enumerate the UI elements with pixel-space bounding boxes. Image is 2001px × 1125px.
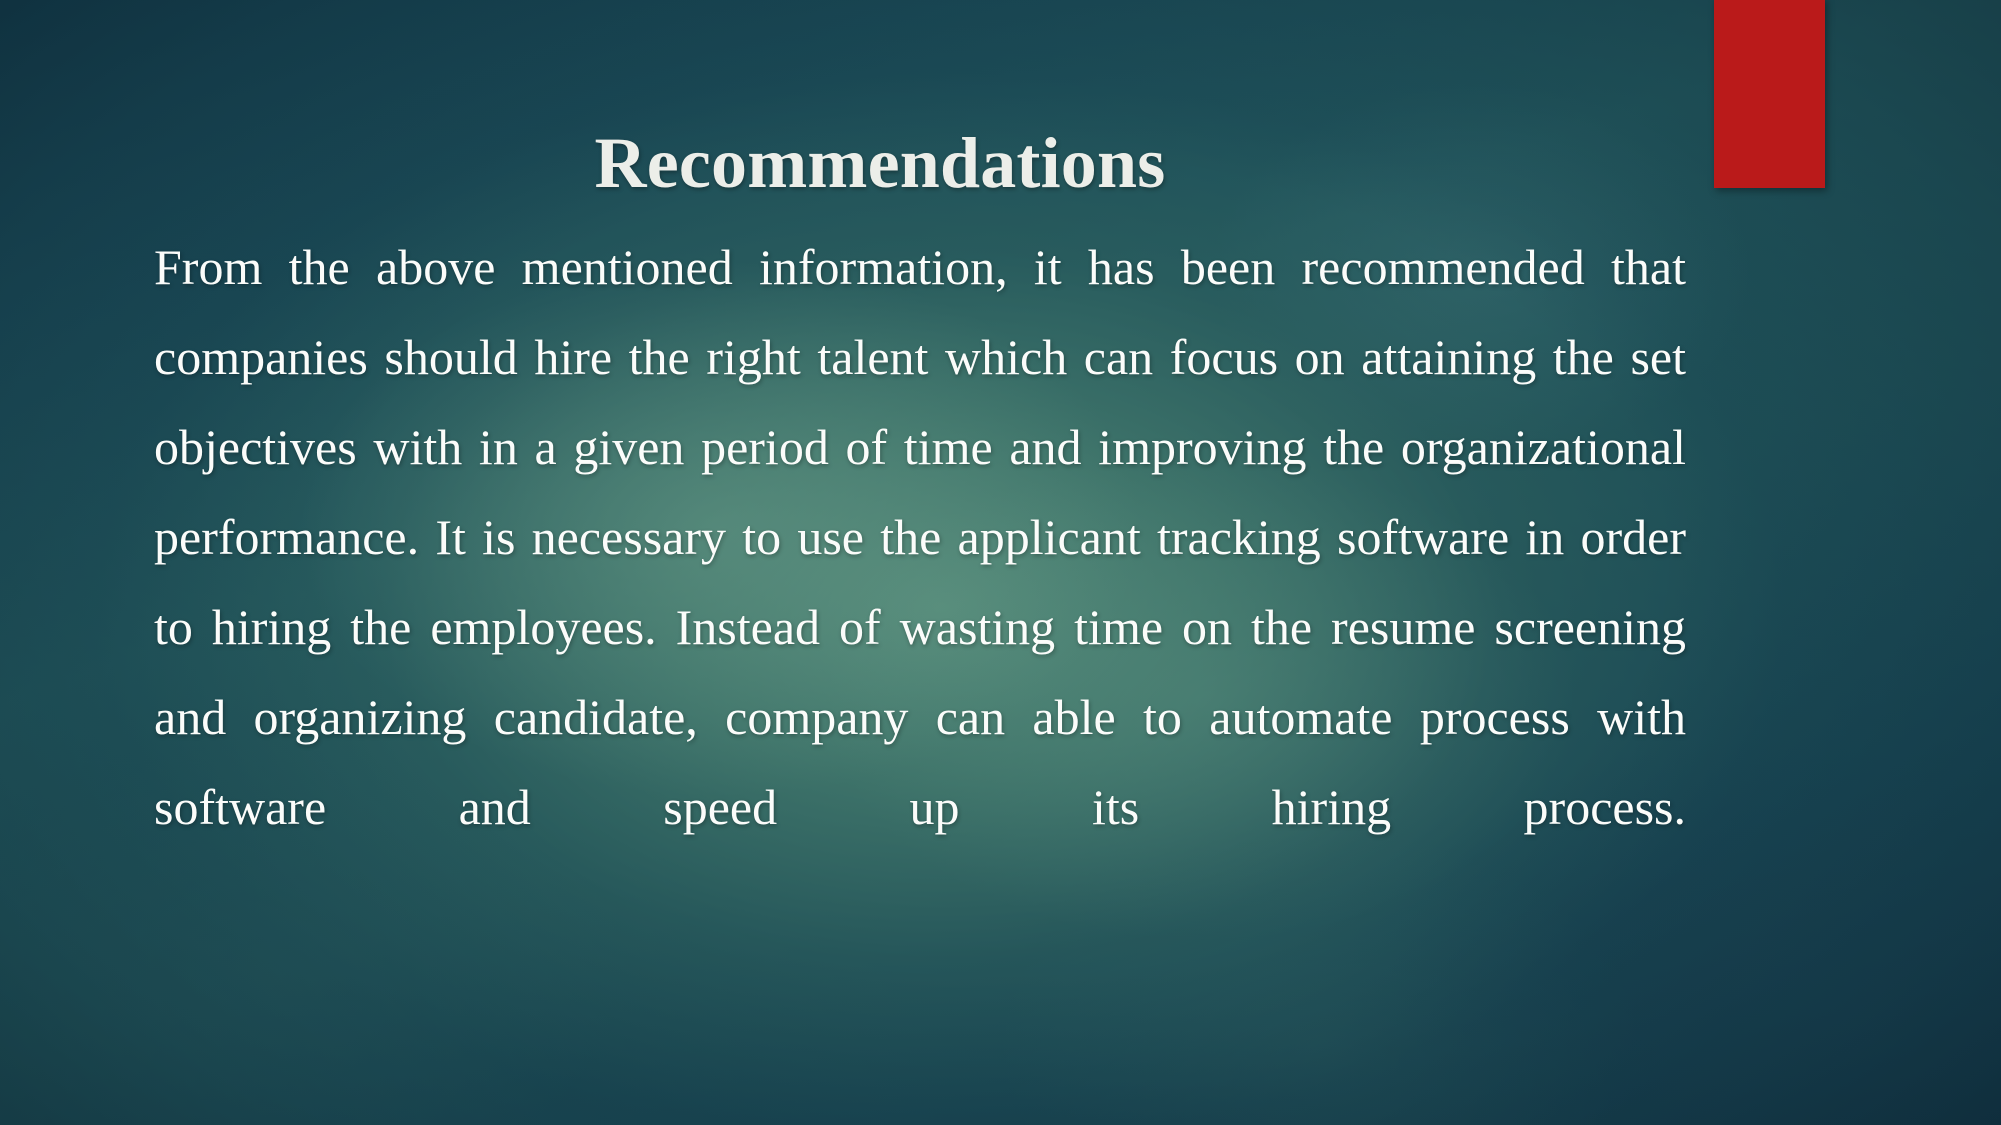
red-accent-block bbox=[1714, 0, 1825, 188]
slide-body-block: From the above mentioned information, it… bbox=[154, 222, 1686, 942]
slide-body-paragraph: From the above mentioned information, it… bbox=[154, 239, 1686, 835]
presentation-slide: Recommendations From the above mentioned… bbox=[0, 0, 2001, 1125]
slide-title: Recommendations bbox=[594, 123, 1166, 204]
